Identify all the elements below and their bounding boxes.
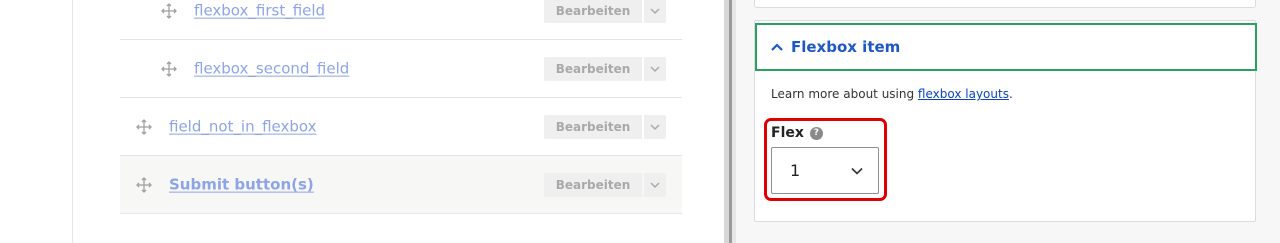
table-row: Submit button(s) Bearbeiten [120,156,682,214]
flexbox-item-panel: Flexbox item Learn more about using flex… [754,20,1257,222]
field-layout-table: flexbox_first_field Bearbeiten flexbox_s… [0,0,724,243]
section-title: Flexbox item [791,38,901,56]
previous-card [754,0,1256,8]
help-text: Learn more about using flexbox layouts. [771,87,1013,101]
drag-handle-icon[interactable] [160,60,178,78]
edit-dropbutton: Bearbeiten [544,114,666,139]
edit-button[interactable]: Bearbeiten [544,0,642,23]
chevron-down-icon [650,181,660,188]
operations-toggle[interactable] [644,114,666,139]
flexbox-layouts-link[interactable]: flexbox layouts [918,87,1009,101]
table-row: flexbox_first_field Bearbeiten [120,0,682,40]
edit-dropbutton: Bearbeiten [544,172,666,197]
help-text-suffix: . [1008,87,1013,101]
operations-toggle[interactable] [644,172,666,197]
operations-toggle[interactable] [644,56,666,81]
chevron-down-icon [650,65,660,72]
flex-select[interactable]: 1 [771,147,879,194]
field-link[interactable]: Submit button(s) [169,175,314,193]
operations-toggle[interactable] [644,0,666,23]
field-link[interactable]: field_not_in_flexbox [169,117,317,135]
field-link[interactable]: flexbox_second_field [194,59,349,77]
help-icon[interactable]: ? [809,126,823,140]
chevron-down-icon [851,167,863,175]
edit-dropbutton: Bearbeiten [544,56,666,81]
chevron-down-icon [650,123,660,130]
chevron-up-icon [771,43,783,51]
flex-field-label: Flex ? [771,125,823,141]
table-row: field_not_in_flexbox Bearbeiten [120,98,682,156]
edit-button[interactable]: Bearbeiten [544,56,642,81]
help-text-prefix: Learn more about using [771,87,918,101]
table-row: flexbox_second_field Bearbeiten [120,40,682,98]
edit-button[interactable]: Bearbeiten [544,114,642,139]
field-link[interactable]: flexbox_first_field [194,1,325,19]
settings-sidebar: Flexbox item Learn more about using flex… [736,0,1280,243]
flex-select-value: 1 [790,161,801,180]
edit-dropbutton: Bearbeiten [544,0,666,23]
flex-label: Flex [771,125,804,141]
drag-handle-icon[interactable] [135,118,153,136]
section-header[interactable]: Flexbox item [755,23,1257,71]
gutter-divider [72,0,73,243]
edit-button[interactable]: Bearbeiten [544,172,642,197]
drag-handle-icon[interactable] [135,176,153,194]
chevron-down-icon [650,7,660,14]
drag-handle-icon[interactable] [160,2,178,20]
